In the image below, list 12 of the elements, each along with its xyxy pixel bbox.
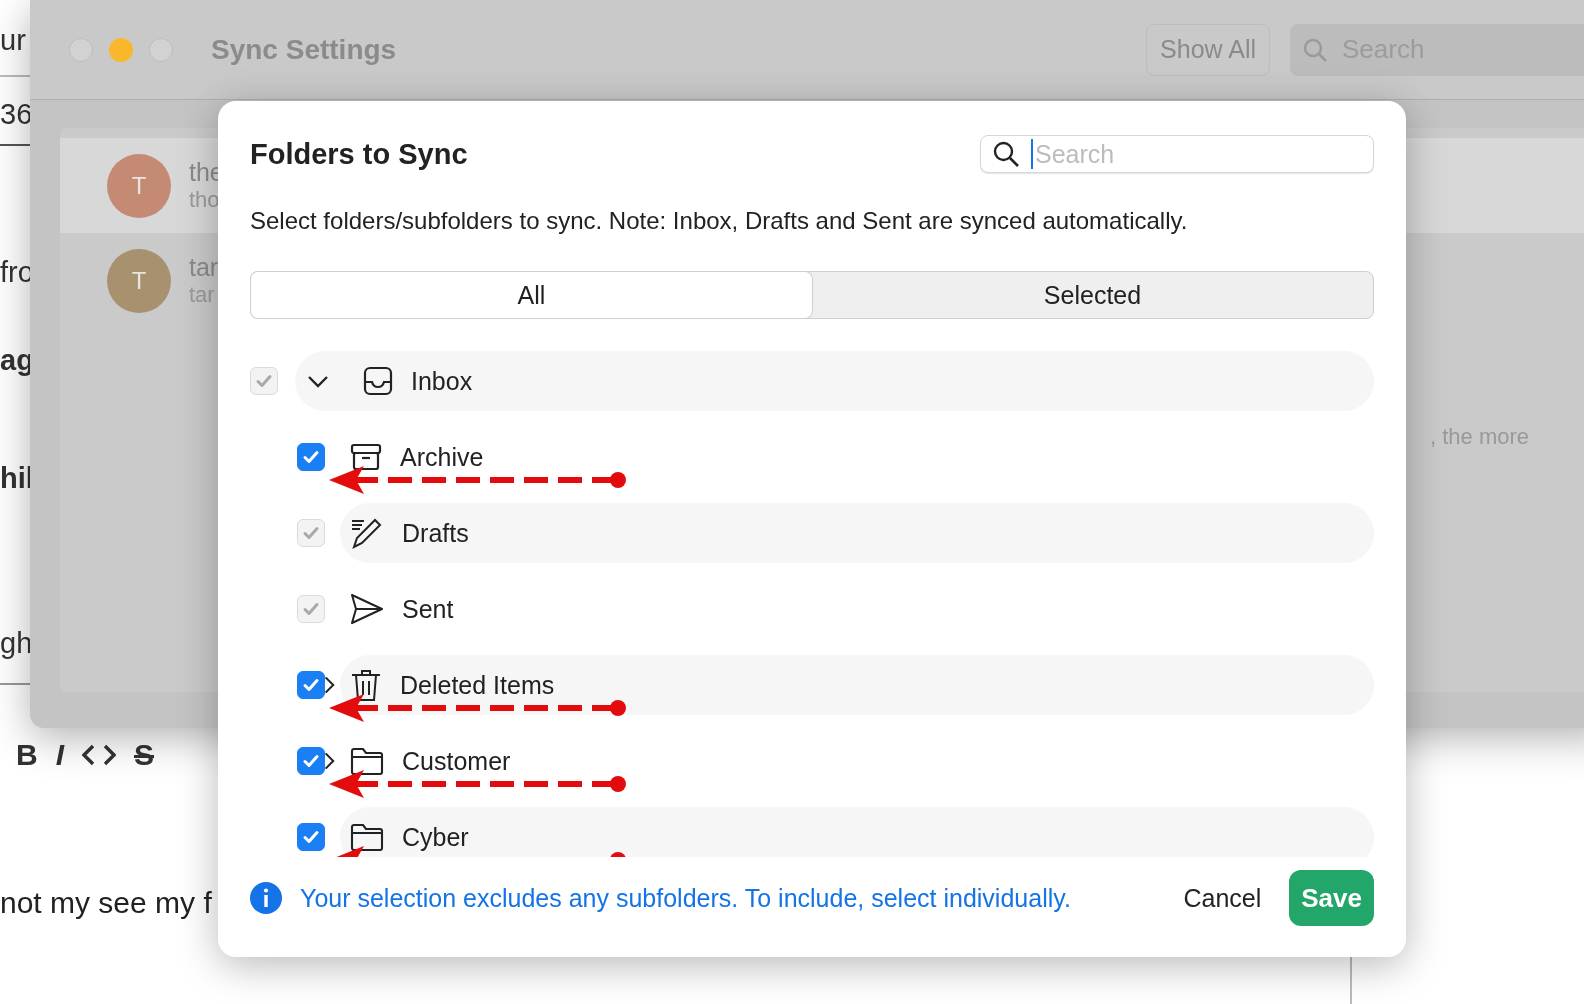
page-text: ur [0,24,26,57]
message-text: not my see my f [0,886,212,920]
info-note: Your selection excludes any subfolders. To include, select individually. [300,883,1071,913]
window-title: Sync Settings [211,33,397,66]
page-text: gh [0,627,33,660]
contact-name: tar [189,253,219,282]
dialog-title: Folders to Sync [250,137,468,171]
description-text: Select folders/subfolders to sync. Note: Inbox, Drafts and Sent are synced automatically. [250,207,1189,236]
page-text: 36 [0,98,33,131]
avatar: T [107,153,171,218]
avatar: T [107,248,171,313]
contact-detail: tho [189,187,221,213]
